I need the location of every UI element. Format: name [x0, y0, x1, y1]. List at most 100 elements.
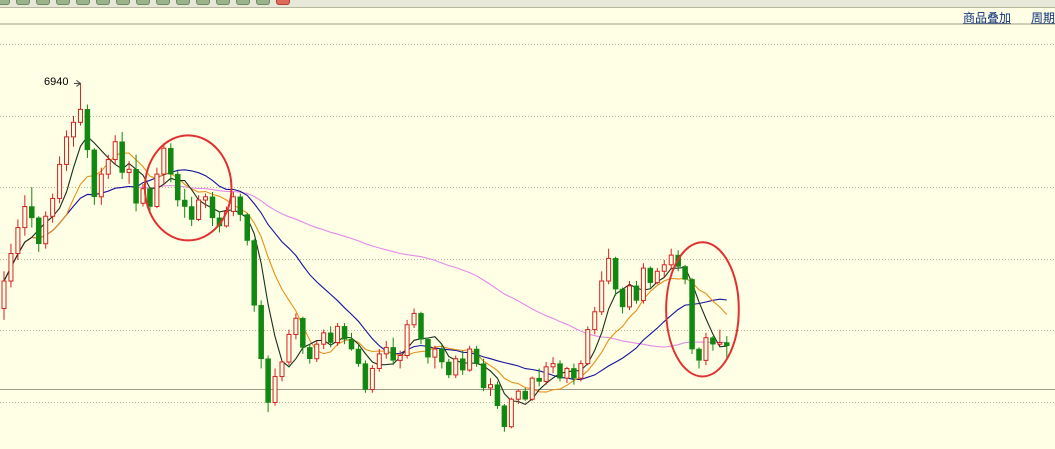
candle-body-71: [494, 384, 501, 406]
candle-body-92: [640, 267, 646, 301]
candle-54: [376, 349, 382, 372]
candle-85: [592, 306, 598, 335]
candle-98: [682, 264, 688, 285]
candle-41: [286, 329, 292, 366]
candle-81: [564, 366, 570, 384]
candle-body-86: [599, 280, 605, 313]
candle-50: [348, 332, 355, 351]
candle-body-12: [84, 109, 91, 151]
candle-body-1: [8, 252, 14, 282]
candle-52: [362, 360, 369, 393]
candle-body-98: [682, 266, 688, 280]
candle-body-43: [300, 318, 306, 348]
candle-body-41: [286, 333, 292, 363]
candle-body-40: [279, 361, 285, 378]
candle-body-51: [355, 348, 362, 364]
candle-91: [633, 281, 640, 304]
candle-body-16: [112, 141, 118, 161]
candle-body-0: [1, 280, 7, 310]
candle-body-52: [362, 363, 369, 390]
candle-78: [543, 361, 549, 385]
candle-body-49: [341, 326, 348, 340]
candle-48: [335, 323, 341, 346]
candle-body-14: [98, 173, 104, 198]
candle-9: [64, 130, 70, 171]
candle-28: [196, 195, 202, 222]
candle-body-18: [126, 168, 132, 174]
candle-53: [369, 365, 375, 393]
candle-body-21: [147, 188, 153, 207]
chart-grid: [0, 23, 1055, 403]
candle-body-50: [348, 339, 355, 350]
candle-body-53: [369, 367, 375, 391]
candle-body-39: [272, 376, 278, 403]
candles-layer: [1, 83, 730, 432]
candle-13: [91, 148, 98, 205]
candle-51: [355, 344, 362, 367]
candle-body-17: [119, 141, 125, 173]
candle-17: [119, 132, 125, 179]
candle-body-22: [154, 173, 160, 208]
candle-body-24: [168, 147, 174, 175]
candle-93: [647, 266, 654, 288]
candle-body-9: [64, 136, 70, 165]
candle-body-15: [105, 159, 111, 175]
candle-body-88: [612, 258, 619, 290]
candle-80: [557, 360, 563, 382]
candle-25: [175, 170, 181, 207]
candle-101: [703, 332, 709, 366]
candle-30: [209, 191, 216, 226]
candle-body-38: [265, 358, 271, 403]
candle-body-72: [501, 405, 508, 428]
candle-body-6: [43, 215, 49, 245]
candle-2: [15, 219, 21, 260]
candle-body-103: [717, 342, 723, 345]
candle-body-91: [633, 285, 640, 301]
candle-body-29: [203, 196, 209, 201]
candle-body-66: [459, 358, 466, 371]
candle-56: [390, 337, 396, 366]
candle-body-95: [661, 264, 667, 272]
candle-body-42: [293, 317, 299, 335]
candle-67: [467, 345, 473, 372]
ma10-line: [3, 152, 728, 393]
candle-body-25: [175, 173, 181, 201]
candle-64: [446, 358, 452, 379]
candle-body-74: [515, 390, 521, 400]
candle-22: [154, 167, 160, 209]
candle-body-3: [22, 206, 28, 229]
candle-87: [606, 248, 612, 285]
candle-body-62: [432, 348, 438, 358]
candle-35: [244, 212, 250, 246]
candle-body-100: [696, 348, 702, 361]
candle-body-93: [647, 267, 654, 283]
candle-body-94: [654, 270, 660, 284]
candle-38: [265, 355, 271, 413]
candle-body-64: [446, 361, 452, 376]
candle-body-73: [508, 398, 514, 428]
candle-body-47: [327, 332, 334, 343]
candle-68: [473, 345, 480, 367]
candle-body-104: [724, 342, 730, 347]
candle-body-96: [668, 254, 674, 266]
candle-72: [501, 404, 508, 432]
candle-29: [203, 193, 209, 209]
candle-69: [480, 358, 487, 392]
candle-body-85: [592, 311, 598, 331]
candle-89: [619, 287, 626, 314]
peak-annotation-label: 6940: [44, 76, 69, 89]
candle-79: [550, 357, 556, 374]
candle-15: [105, 154, 111, 179]
candle-body-89: [619, 288, 626, 308]
candle-body-60: [418, 313, 424, 340]
candle-body-23: [161, 147, 167, 175]
candle-65: [453, 355, 459, 379]
candle-body-82: [571, 368, 577, 379]
candle-body-79: [550, 363, 556, 368]
candle-55: [383, 340, 389, 359]
candle-body-13: [91, 149, 98, 198]
candle-94: [654, 268, 660, 285]
candle-58: [404, 319, 410, 359]
candle-body-70: [488, 384, 493, 389]
candle-99: [689, 277, 695, 354]
